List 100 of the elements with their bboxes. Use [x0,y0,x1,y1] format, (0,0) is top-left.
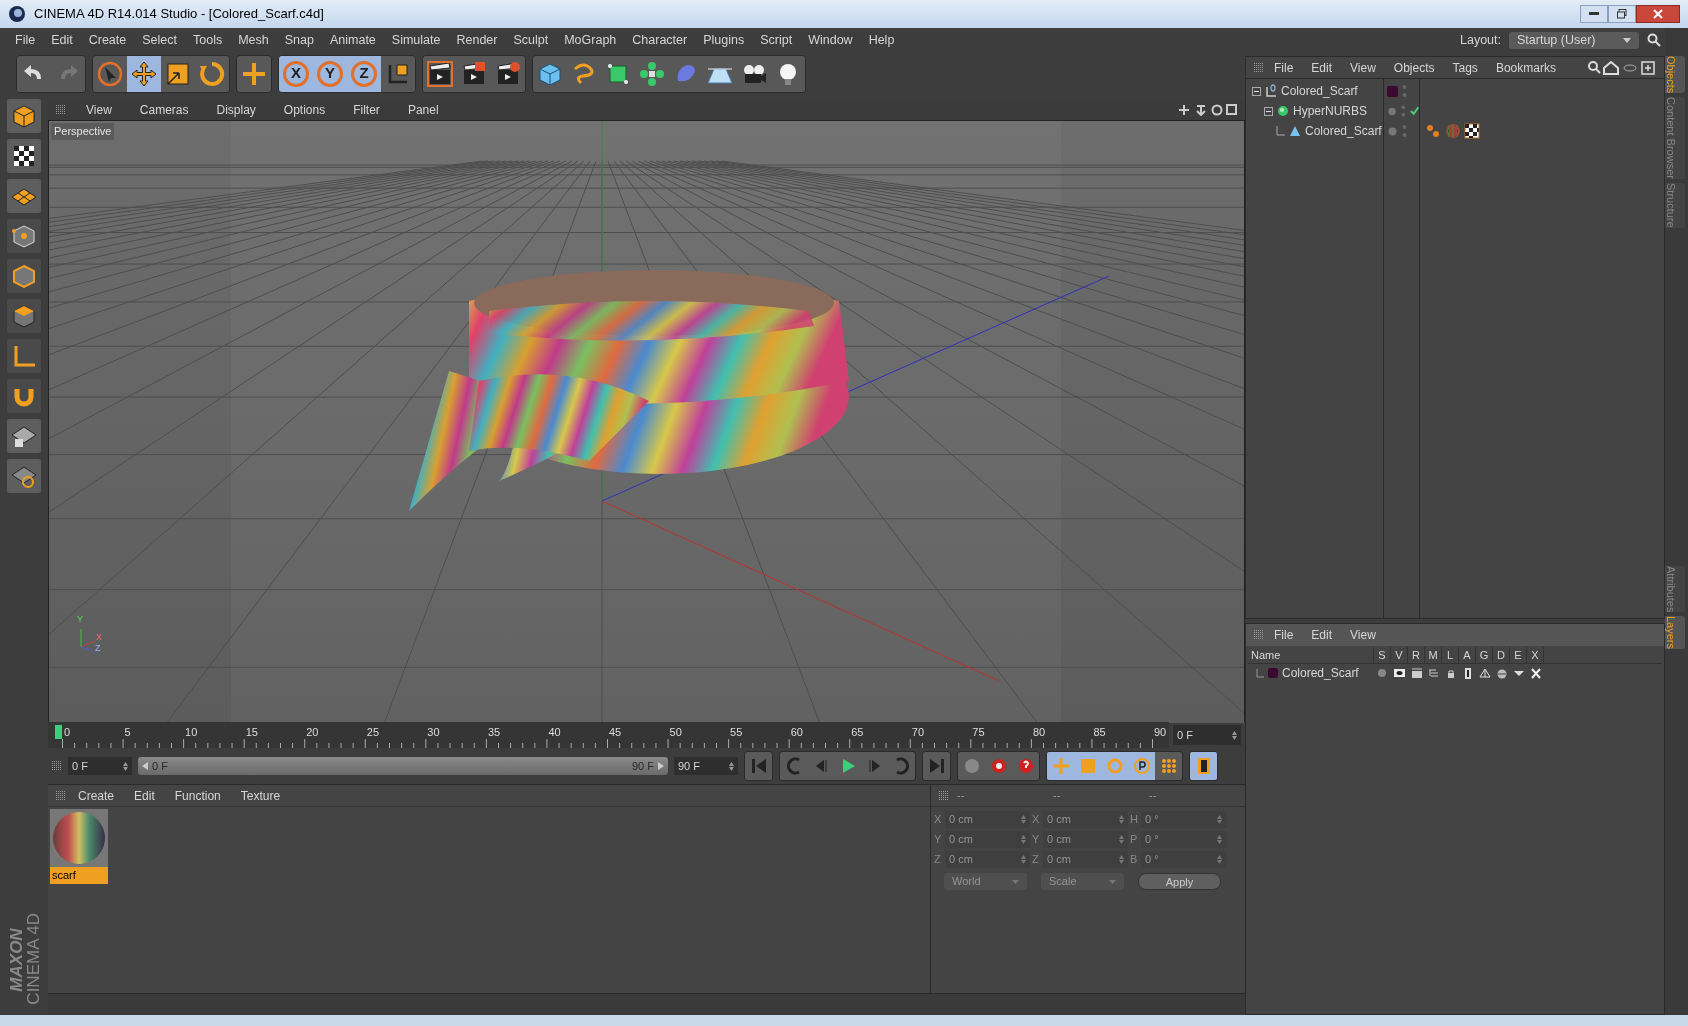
column-header[interactable]: A [1459,647,1476,664]
live-tool-button[interactable] [237,55,271,92]
axis-lock-button[interactable]: Y [313,55,347,92]
menu-item[interactable]: View [78,100,120,119]
object-manager-tools-icon[interactable] [1588,60,1656,75]
column-header[interactable]: S [1374,647,1391,664]
column-header[interactable]: V [1391,647,1408,664]
menu-item[interactable]: Panel [399,100,447,119]
key-parameter-button[interactable] [1128,752,1155,780]
menu-item[interactable]: Create [70,786,123,805]
timeline-button[interactable] [1190,752,1217,780]
viewport-nav-icons[interactable] [1177,103,1237,116]
column-header[interactable]: Name [1248,647,1374,664]
menu-item[interactable]: Window [801,30,860,50]
points-mode-button[interactable] [7,219,41,253]
menu-item[interactable]: Options [275,100,334,119]
object-name[interactable]: Colored_Scarf [1281,82,1358,100]
start-frame-field[interactable]: 0 F [68,757,132,775]
solo-icon[interactable] [1376,667,1389,679]
magnet-button[interactable] [7,379,41,413]
move-tool-button[interactable] [127,55,161,92]
menu-item[interactable]: Edit [1303,626,1341,644]
menu-item[interactable]: MoGraph [557,30,624,50]
menu-item[interactable]: Bookmarks [1487,58,1564,77]
xrefs-icon[interactable] [1529,667,1542,679]
menu-item[interactable]: Edit [1303,58,1341,77]
menu-item[interactable]: Select [135,30,184,50]
column-header[interactable]: L [1442,647,1459,664]
grip-icon[interactable] [52,761,62,771]
phong-tag-icon[interactable] [1426,123,1442,139]
polygons-mode-button[interactable] [7,299,41,333]
current-frame-field[interactable]: 0 F [1173,725,1241,745]
menu-item[interactable]: Cameras [131,100,197,119]
menu-item[interactable]: Edit [44,30,80,50]
grip-icon[interactable] [1254,630,1264,640]
menu-item[interactable]: Plugins [696,30,752,50]
visible-icon[interactable] [1393,667,1406,679]
menu-item[interactable]: Edit [126,786,163,805]
menu-item[interactable]: Objects [1385,58,1443,77]
workplane-button[interactable] [7,179,41,213]
menu-item[interactable]: File [8,30,43,50]
menu-item[interactable]: Script [753,30,800,50]
menu-item[interactable]: File [1266,626,1302,644]
menu-item[interactable]: Filter [345,100,388,119]
menu-item[interactable]: Snap [277,30,321,50]
axis-mode-button[interactable] [7,339,41,373]
visibility-dot-icon[interactable] [1387,105,1398,117]
uvw-tag-icon[interactable] [1464,123,1480,139]
collapse-icon[interactable] [1252,86,1261,96]
object-name[interactable]: HyperNURBS [1293,102,1367,120]
object-name[interactable]: Colored_Scarf [1305,122,1382,140]
deformers-icon[interactable] [1495,667,1508,679]
object-mode-button[interactable] [7,99,41,133]
menu-item[interactable]: Function [166,786,229,805]
texture-mode-button[interactable] [7,139,41,173]
column-header[interactable]: G [1476,647,1493,664]
menu-item[interactable]: Help [861,30,902,50]
grid-lock-button[interactable] [7,419,41,453]
menu-item[interactable]: Create [81,30,134,50]
spinner-icon[interactable] [123,761,128,771]
playhead-marker[interactable] [55,725,62,739]
editor-render-dots-icon[interactable] [1402,84,1407,98]
edges-mode-button[interactable] [7,259,41,293]
end-frame-field[interactable]: 90 F [674,757,738,775]
editor-render-dots-icon[interactable] [1402,124,1407,138]
axis-lock-button[interactable]: Z [347,55,381,92]
render-icon[interactable] [1410,667,1423,679]
manager-icon[interactable] [1427,667,1440,679]
spinner-icon[interactable] [729,761,734,771]
menu-item[interactable]: Display [208,100,264,119]
menu-item[interactable]: Animate [322,30,383,50]
material-swatch[interactable]: scarf [50,809,108,884]
menu-item[interactable]: Tools [186,30,230,50]
column-header[interactable]: E [1510,647,1527,664]
minimize-button[interactable] [1580,5,1608,23]
side-tab[interactable]: Layers [1665,616,1685,650]
menu-item[interactable]: File [1266,58,1302,77]
menu-item[interactable]: Texture [232,786,289,805]
snap-rotate-button[interactable] [7,459,41,493]
menu-item[interactable]: View [1342,626,1384,644]
restore-button[interactable] [1608,5,1636,23]
layer-name[interactable]: Colored_Scarf [1282,664,1359,682]
search-icon[interactable] [1647,33,1661,47]
close-button[interactable] [1636,5,1680,23]
visibility-dot-icon[interactable] [1387,125,1398,137]
generators-icon[interactable] [1478,667,1491,679]
collapse-icon[interactable] [1264,106,1273,116]
column-header[interactable]: R [1408,647,1425,664]
editor-render-dots-icon[interactable] [1401,104,1406,118]
menu-item[interactable]: Mesh [231,30,276,50]
side-tab[interactable]: Objects [1665,56,1685,94]
menu-item[interactable]: Simulate [384,30,448,50]
layer-color-swatch[interactable] [1268,668,1278,678]
column-header[interactable]: X [1527,647,1544,664]
layout-dropdown[interactable]: Startup (User) [1509,31,1639,49]
axis-lock-button[interactable]: X [279,55,313,92]
menu-item[interactable]: Tags [1444,58,1486,77]
menu-item[interactable]: Render [449,30,505,50]
menu-item[interactable]: View [1342,58,1384,77]
timeline-ruler[interactable]: 0 5 10 15 20 25 30 35 40 45 50 55 60 65 70 75 80 85 90 [48,722,1169,748]
